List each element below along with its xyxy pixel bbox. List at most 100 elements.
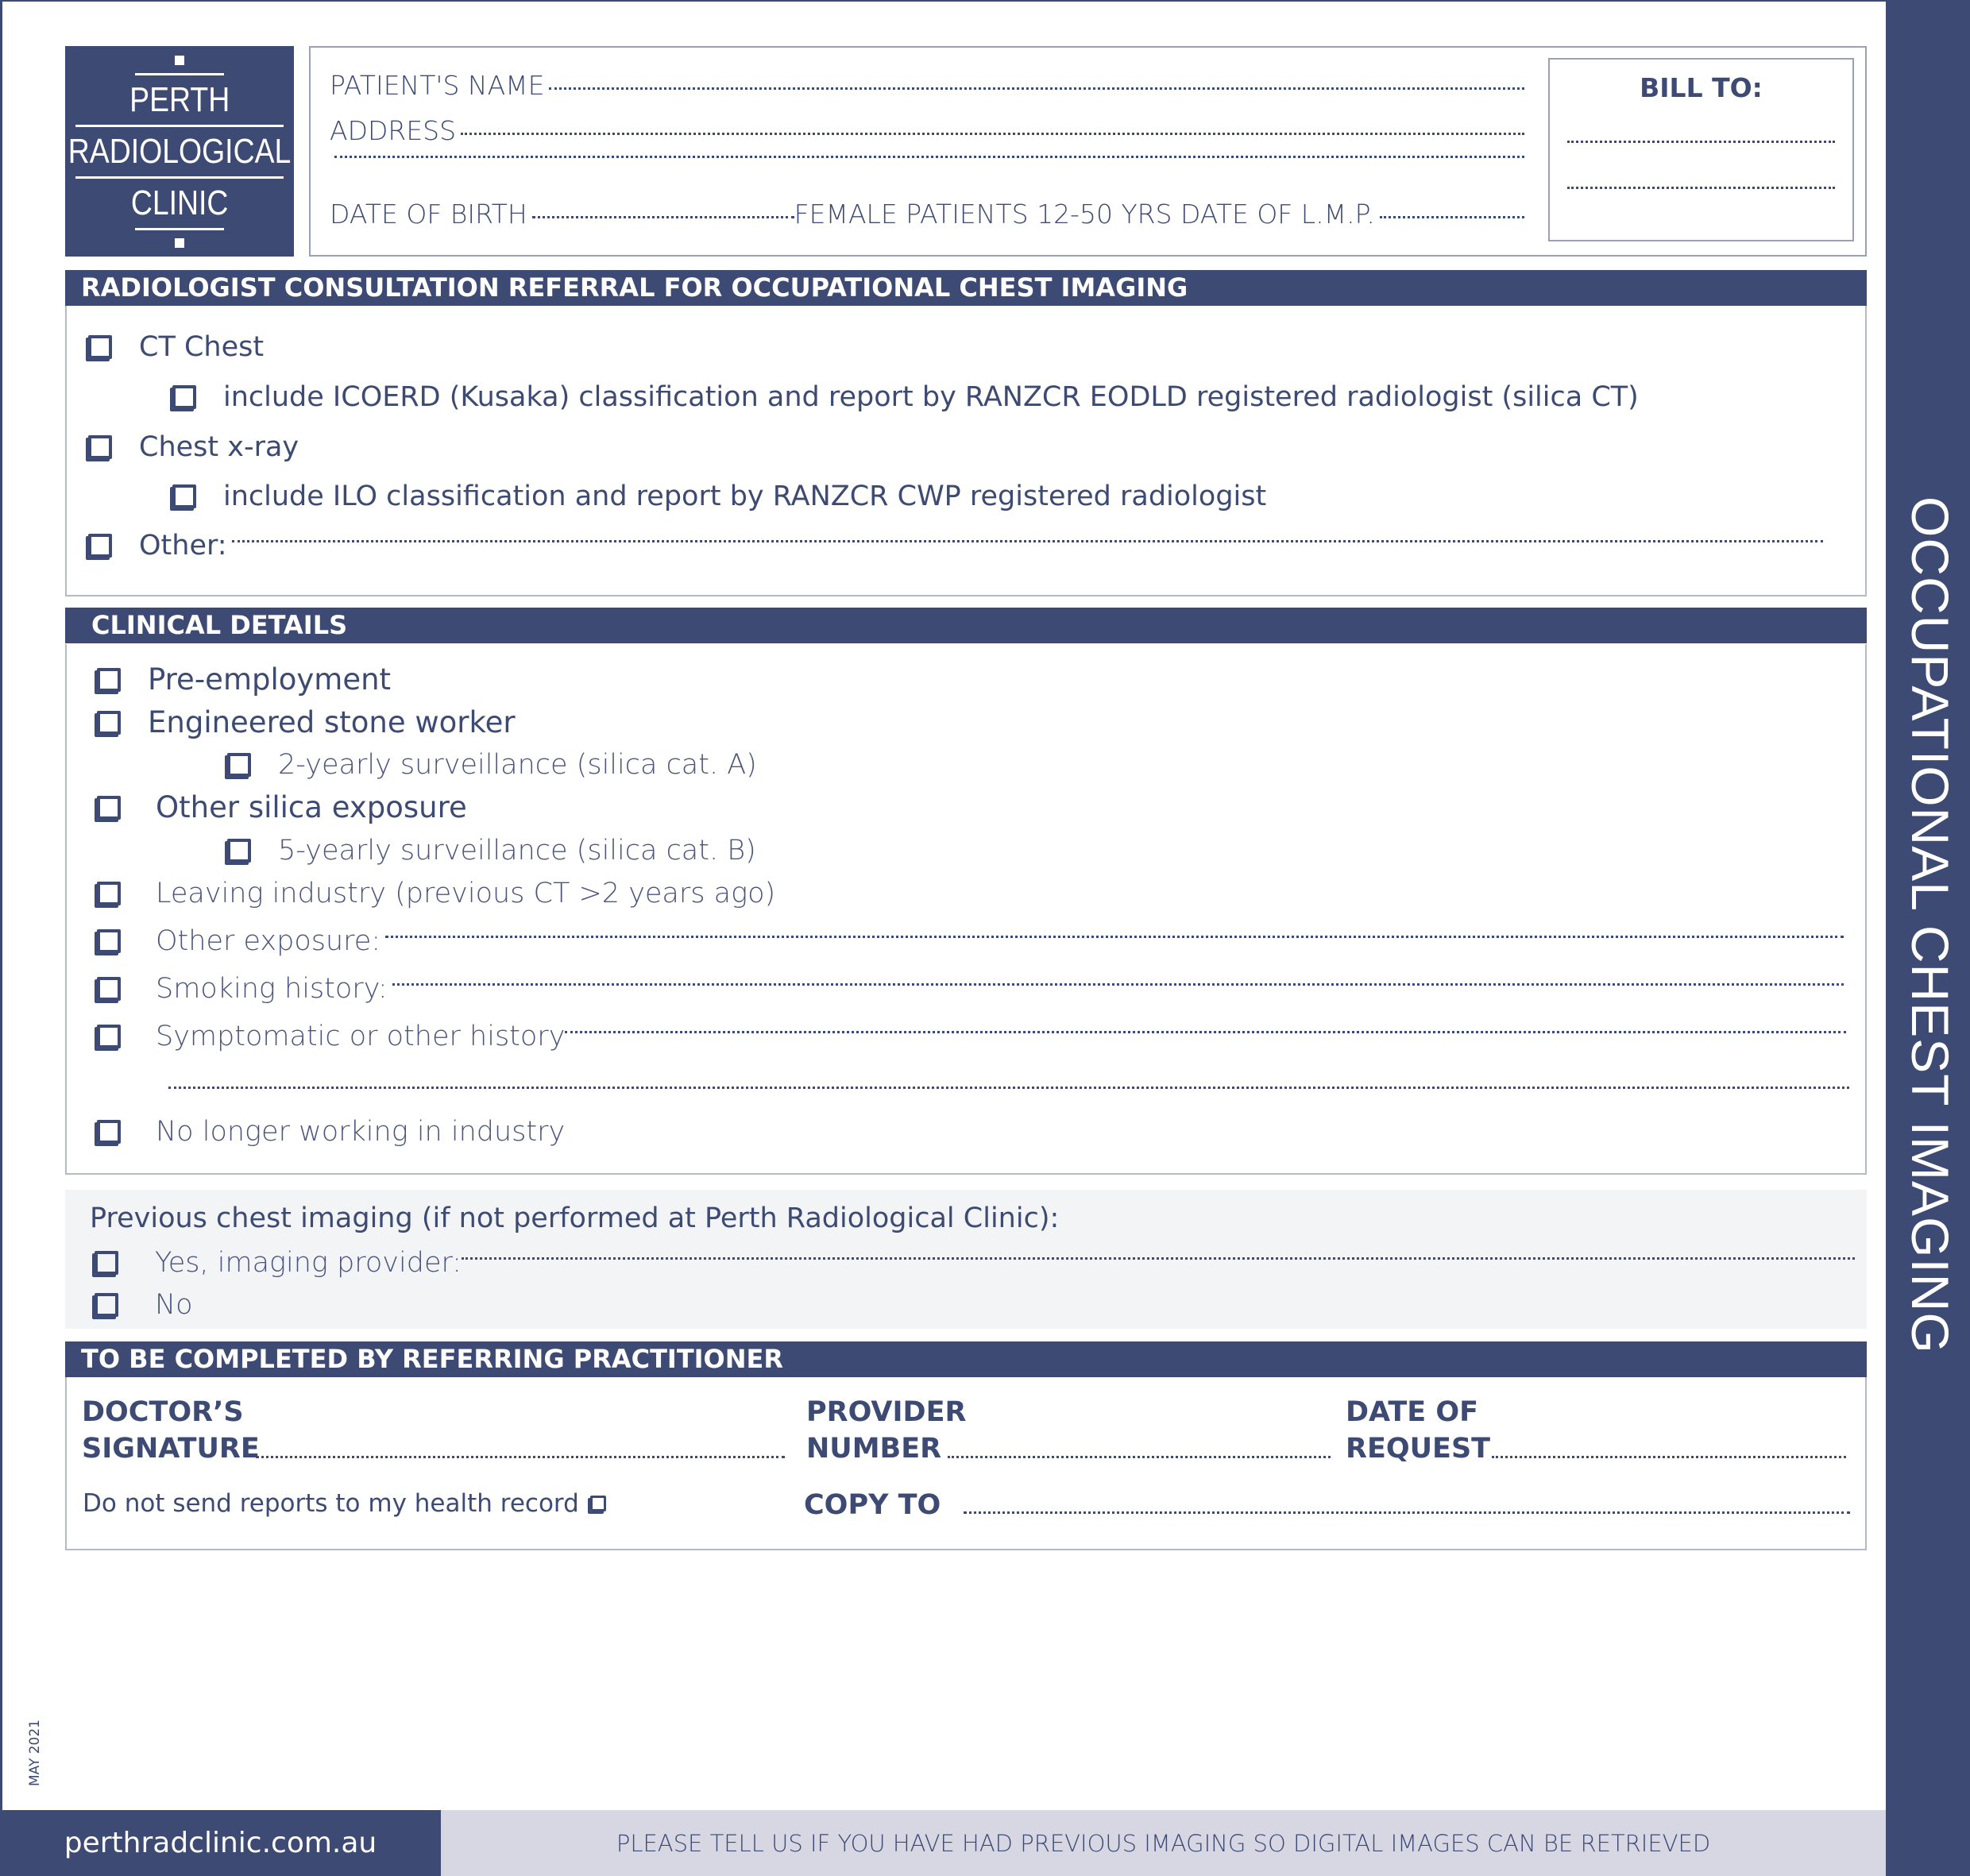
dob-label: DATE OF BIRTH [330, 199, 527, 230]
dob-lmp-field[interactable]: DATE OF BIRTH FEMALE PATIENTS 12-50 YRS D… [330, 199, 1529, 230]
checkbox-icon [97, 667, 121, 692]
lmp-label: FEMALE PATIENTS 12-50 YRS DATE OF L.M.P. [794, 199, 1375, 230]
dotted-leader [531, 216, 794, 218]
label: Pre-employment [148, 662, 392, 697]
signature-field[interactable] [256, 1456, 785, 1458]
checkbox-icon [88, 534, 112, 558]
provider-number-field[interactable] [948, 1456, 1331, 1458]
checkbox-icon [97, 795, 121, 820]
chest-xray-checkbox[interactable]: Chest x-ray [88, 431, 299, 463]
two-yearly-checkbox[interactable]: 2-yearly surveillance (silica cat. A) [227, 749, 757, 781]
label: DATE OF [1346, 1396, 1479, 1428]
checkbox-icon [97, 1025, 121, 1048]
checkbox-icon [227, 753, 251, 777]
checkbox-icon [97, 1120, 121, 1144]
label: PROVIDER [806, 1396, 967, 1428]
symptomatic-history-field[interactable]: Symptomatic or other history [97, 1021, 1851, 1052]
patient-name-label: PATIENT'S NAME [330, 70, 545, 101]
five-yearly-checkbox[interactable]: 5-yearly surveillance (silica cat. B) [227, 835, 756, 867]
dotted-leader [1379, 216, 1524, 218]
website-link[interactable]: perthradclinic.com.au [0, 1810, 441, 1876]
engineered-stone-checkbox[interactable]: Engineered stone worker [97, 705, 516, 739]
label: Symptomatic or other history [156, 1021, 566, 1052]
logo-radiological: RADIOLOGICAL [68, 131, 292, 171]
no-health-record-checkbox[interactable]: Do not send reports to my health record [83, 1489, 606, 1518]
label: DOCTOR’S [82, 1396, 244, 1428]
practitioner-header: TO BE COMPLETED BY REFERRING PRACTITIONE… [65, 1341, 1867, 1377]
label: No longer working in industry [156, 1116, 566, 1148]
label: Do not send reports to my health record [83, 1489, 579, 1518]
no-longer-working-checkbox[interactable]: No longer working in industry [97, 1116, 565, 1148]
ct-chest-checkbox[interactable]: CT Chest [88, 331, 264, 363]
label: Other silica exposure [156, 790, 467, 824]
checkbox-icon [97, 929, 121, 953]
label: Other exposure: [156, 925, 381, 957]
checkbox-icon [589, 1496, 606, 1511]
referral-header: RADIOLOGIST CONSULTATION REFERRAL FOR OC… [65, 270, 1867, 306]
dotted-leader [565, 1030, 1846, 1033]
top-border [0, 0, 1886, 2]
checkbox-icon [97, 882, 121, 905]
ilo-checkbox[interactable]: include ILO classification and report by… [172, 481, 1266, 512]
dotted-leader [461, 133, 1524, 135]
logo-perth: PERTH [129, 79, 230, 119]
leaving-industry-checkbox[interactable]: Leaving industry (previous CT >2 years a… [97, 878, 775, 909]
doctor-signature-label: DOCTOR’S SIGNATURE [82, 1394, 260, 1467]
clinic-logo: PERTH RADIOLOGICAL CLINIC [65, 46, 294, 257]
footer-notice: PLEASE TELL US IF YOU HAVE HAD PREVIOUS … [441, 1810, 1886, 1876]
patient-name-field[interactable]: PATIENT'S NAME [330, 70, 1529, 101]
edition-date: MAY 2021 [27, 1720, 43, 1787]
copy-to-field[interactable] [964, 1511, 1850, 1514]
copy-to-label: COPY TO [804, 1489, 941, 1521]
address-field[interactable]: ADDRESS [330, 115, 1529, 146]
dotted-leader [392, 982, 1844, 986]
address-label: ADDRESS [330, 115, 457, 146]
other-silica-checkbox[interactable]: Other silica exposure [97, 790, 467, 824]
icoerd-checkbox[interactable]: include ICOERD (Kusaka) classification a… [172, 381, 1639, 413]
left-border [0, 0, 2, 1810]
label: Smoking history: [156, 973, 388, 1005]
bill-to-box[interactable]: BILL TO: [1548, 58, 1854, 241]
provider-number-label: PROVIDER NUMBER [806, 1394, 966, 1467]
date-of-request-field[interactable] [1492, 1456, 1846, 1458]
other-referral-field[interactable]: Other: [88, 530, 1828, 562]
label: Yes, imaging provider: [155, 1247, 462, 1279]
label: REQUEST [1346, 1433, 1491, 1465]
label: Leaving industry (previous CT >2 years a… [156, 878, 776, 909]
dotted-leader [231, 539, 1823, 542]
date-of-request-label: DATE OF REQUEST [1346, 1394, 1490, 1467]
logo-clinic: CLINIC [130, 183, 229, 222]
previous-yes-field[interactable]: Yes, imaging provider: [95, 1247, 1860, 1279]
checkbox-icon [95, 1251, 118, 1275]
label: No [155, 1289, 193, 1321]
clinical-header: CLINICAL DETAILS [65, 608, 1867, 643]
checkbox-icon [88, 435, 112, 459]
dotted-leader [334, 156, 1524, 158]
pre-employment-checkbox[interactable]: Pre-employment [97, 662, 391, 697]
label: Chest x-ray [139, 431, 299, 463]
label: SIGNATURE [82, 1433, 260, 1465]
checkbox-icon [95, 1293, 118, 1317]
dotted-leader [385, 935, 1844, 938]
previous-no-checkbox[interactable]: No [95, 1289, 193, 1321]
label: 2-yearly surveillance (silica cat. A) [278, 749, 757, 781]
checkbox-icon [172, 385, 196, 409]
history-line-2[interactable] [168, 1087, 1849, 1089]
label: NUMBER [806, 1433, 942, 1465]
smoking-history-field[interactable]: Smoking history: [97, 973, 1848, 1005]
checkbox-icon [97, 977, 121, 1001]
dotted-leader [462, 1256, 1855, 1260]
label: CT Chest [139, 331, 265, 363]
checkbox-icon [88, 335, 112, 359]
checkbox-icon [227, 839, 251, 863]
label: include ICOERD (Kusaka) classification a… [223, 381, 1639, 413]
label: include ILO classification and report by… [223, 481, 1267, 512]
previous-imaging-title: Previous chest imaging (if not performed… [90, 1202, 1060, 1234]
label: 5-yearly surveillance (silica cat. B) [278, 835, 756, 867]
checkbox-icon [97, 710, 121, 735]
side-title: OCCUPATIONAL CHEST IMAGING [1901, 496, 1960, 1354]
bill-to-label: BILL TO: [1640, 72, 1763, 103]
other-exposure-field[interactable]: Other exposure: [97, 925, 1848, 957]
label: Engineered stone worker [148, 705, 516, 739]
address-line-2[interactable] [330, 156, 1529, 189]
